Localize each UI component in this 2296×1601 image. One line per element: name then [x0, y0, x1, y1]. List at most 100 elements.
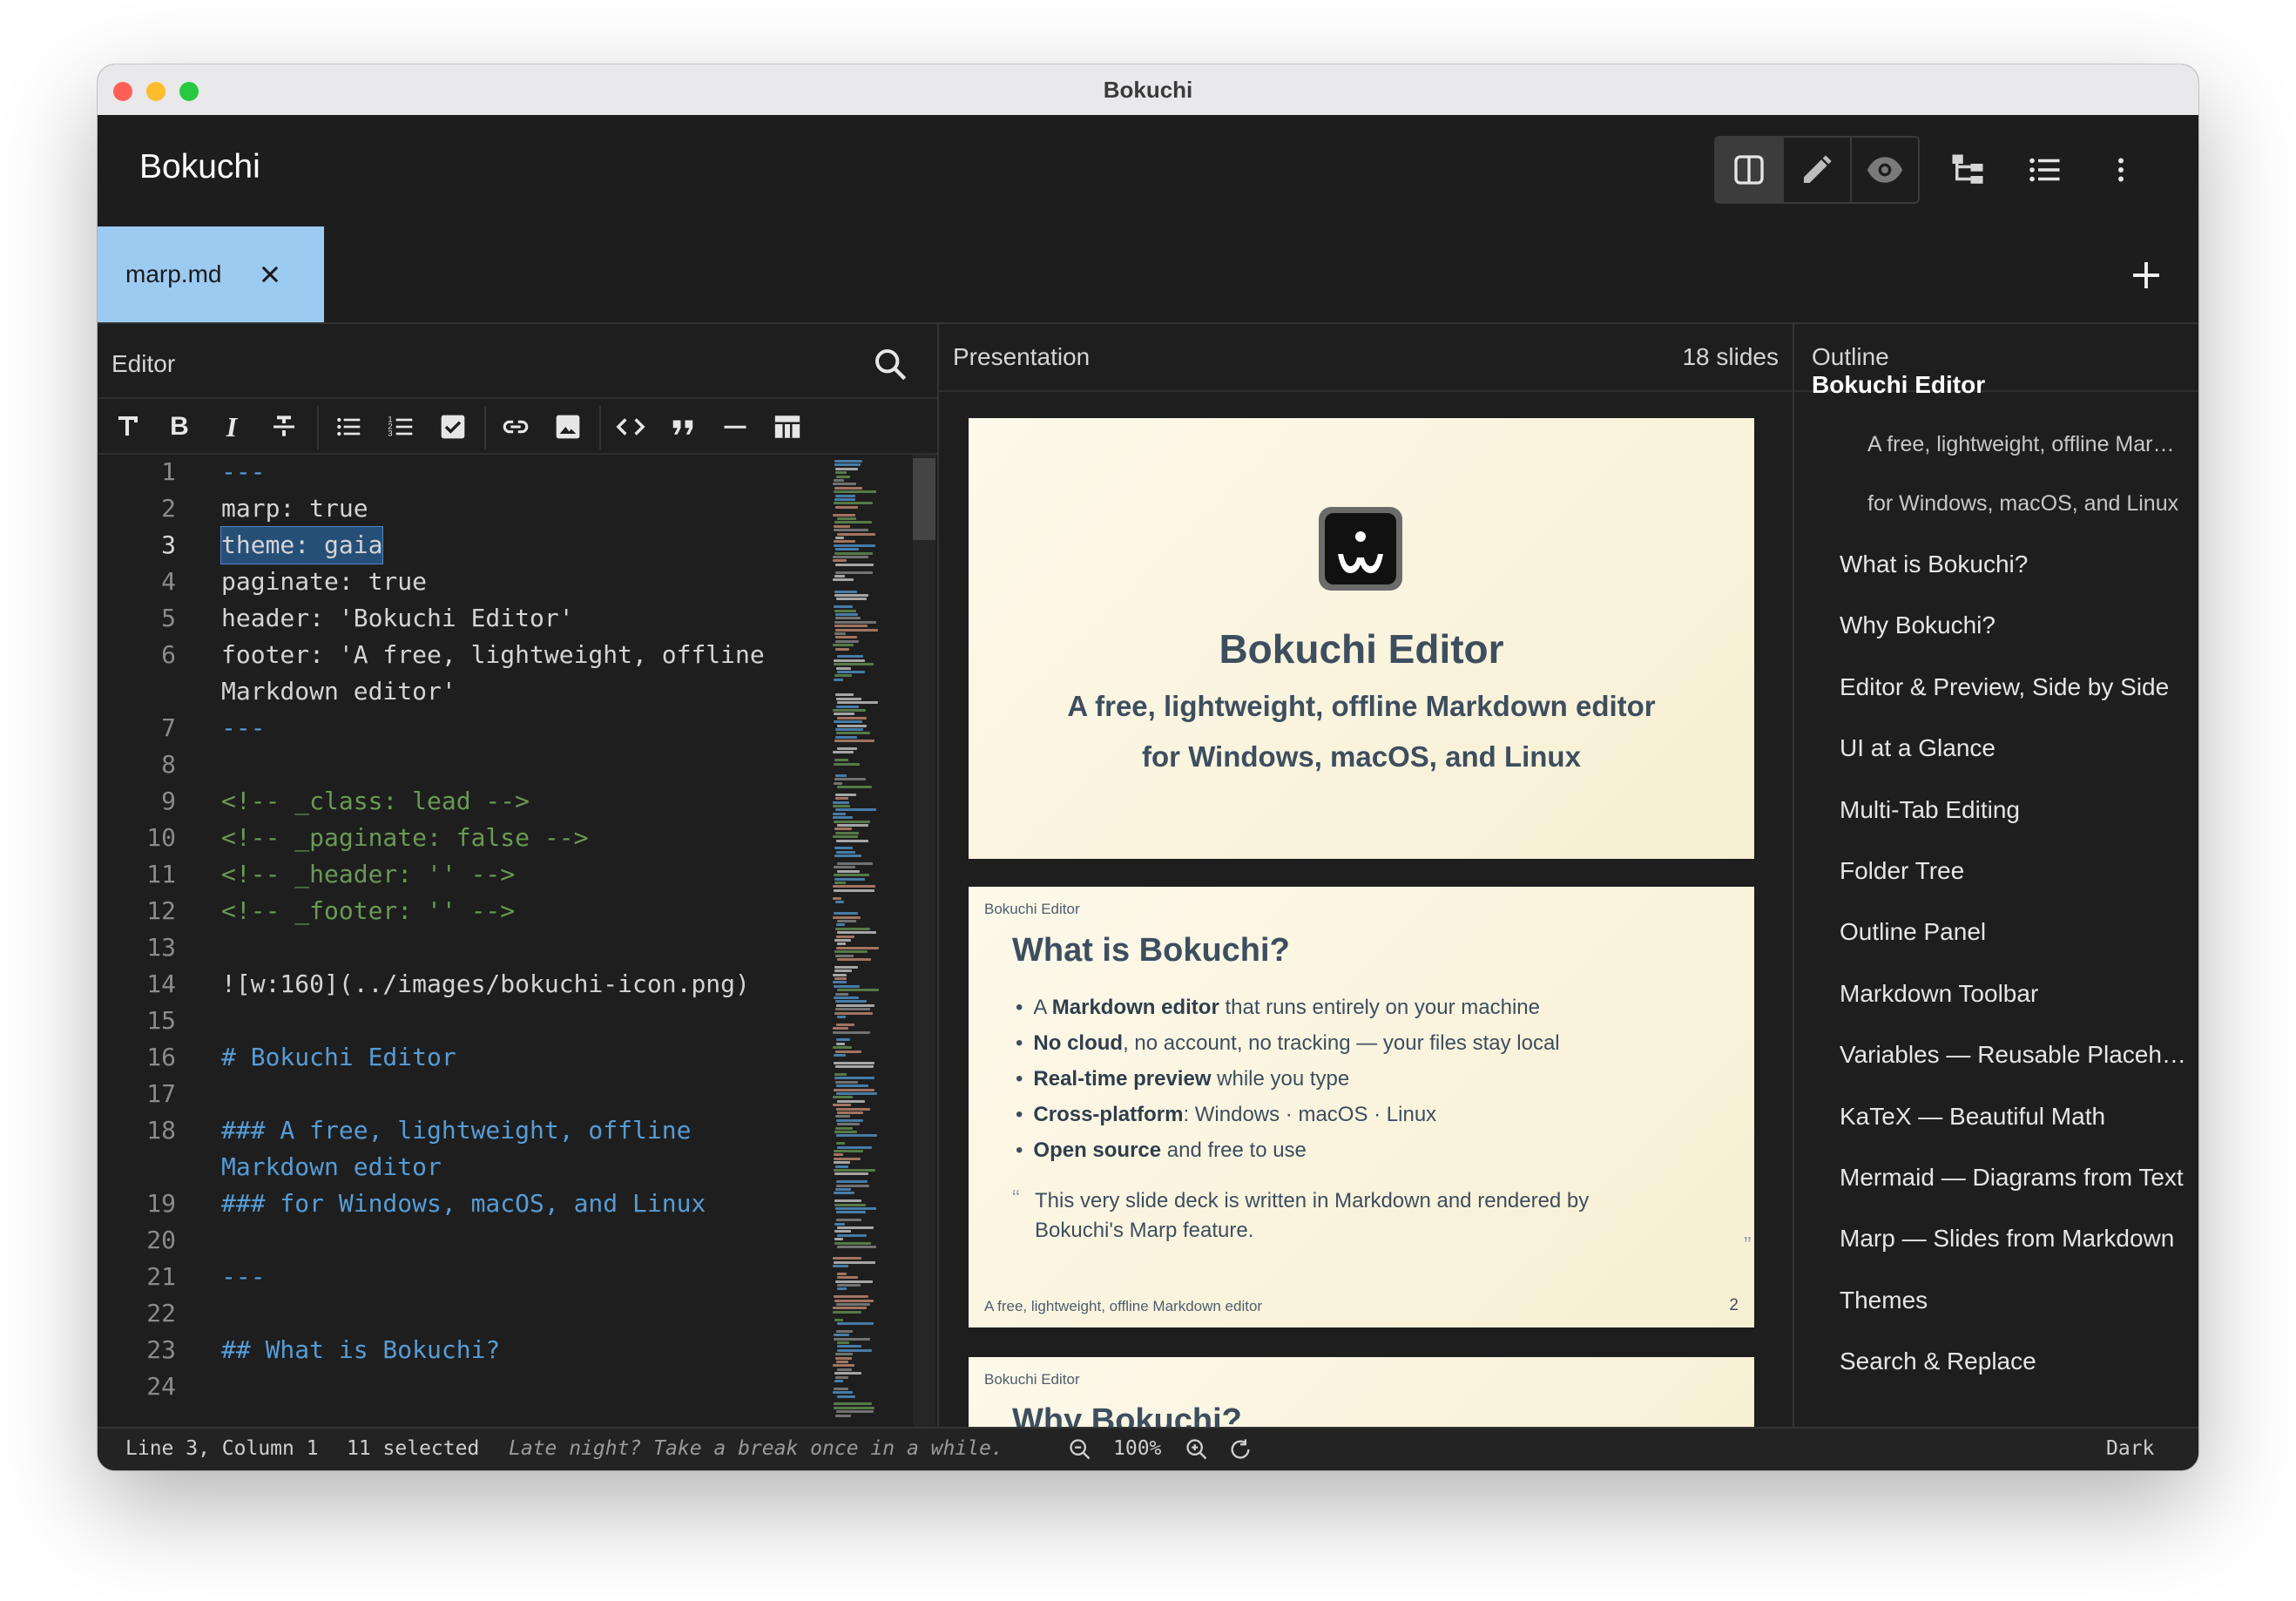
slide-1[interactable]: Bokuchi Editor A free, lightweight, offl…	[969, 418, 1754, 859]
scrollbar-thumb[interactable]	[913, 458, 935, 540]
text-style-button[interactable]	[111, 411, 143, 442]
bullet-list-button[interactable]	[333, 411, 364, 442]
tab-marp-md[interactable]: marp.md	[98, 226, 324, 322]
code-editor[interactable]: 1 --- 2 marp: true 3 theme: gaia 4 paginate: tr…	[98, 455, 899, 1427]
minimap-line	[834, 1088, 875, 1091]
minimap-line	[837, 1276, 858, 1280]
outline-item[interactable]: Folder Tree	[1840, 857, 2188, 885]
minimap-line	[836, 1092, 877, 1095]
slide-2[interactable]: Bokuchi Editor What is Bokuchi? A Markdo…	[969, 887, 1754, 1327]
horizontal-rule-button[interactable]	[719, 411, 751, 442]
minimap-line	[834, 866, 855, 869]
code-line[interactable]: Markdown editor	[98, 1149, 899, 1186]
code-line[interactable]: 4 paginate: true	[98, 564, 899, 600]
outline-item[interactable]: for Windows, macOS, and Linux	[1867, 491, 2181, 517]
minimap[interactable]	[831, 455, 909, 1427]
code-line[interactable]: 13	[98, 929, 899, 966]
code-line[interactable]: 12 <!-- _footer: '' -->	[98, 893, 899, 929]
code-line[interactable]: 3 theme: gaia	[98, 526, 899, 564]
strikethrough-button[interactable]	[268, 411, 300, 442]
close-icon[interactable]	[258, 262, 282, 287]
bullet-text: A	[1033, 996, 1052, 1019]
code-line[interactable]: 17	[98, 1076, 899, 1112]
outline-toggle-button[interactable]	[2023, 148, 2066, 192]
preview-mode-button[interactable]	[1850, 138, 1918, 202]
link-button[interactable]	[500, 411, 531, 442]
outline-item[interactable]: Editor & Preview, Side by Side	[1840, 673, 2188, 701]
minimap-line	[834, 551, 873, 555]
split-view-button[interactable]	[1716, 138, 1782, 202]
minimap-line	[837, 958, 871, 961]
table-button[interactable]	[772, 411, 803, 442]
edit-mode-button[interactable]	[1782, 138, 1850, 202]
checkbox-button[interactable]	[437, 411, 469, 442]
zoom-out-icon[interactable]	[1068, 1437, 1092, 1462]
minimap-line	[836, 839, 868, 842]
code-line[interactable]: 11 <!-- _header: '' -->	[98, 856, 899, 893]
code-line[interactable]: 18 ### A free, lightweight, offline	[98, 1112, 899, 1149]
outline-item[interactable]: KaTeX — Beautiful Math	[1840, 1103, 2188, 1131]
folder-tree-button[interactable]	[1946, 148, 1989, 192]
minimap-line	[833, 1307, 867, 1310]
quote-button[interactable]	[667, 411, 699, 442]
outline-item[interactable]: UI at a Glance	[1840, 734, 2188, 762]
outline-item[interactable]: Outline Panel	[1840, 918, 2188, 946]
search-icon[interactable]	[873, 347, 908, 382]
code-line[interactable]: 15	[98, 1003, 899, 1039]
image-button[interactable]	[552, 411, 584, 442]
code-line[interactable]: 23 ## What is Bokuchi?	[98, 1332, 899, 1368]
code-line[interactable]: 6 footer: 'A free, lightweight, offline	[98, 637, 899, 673]
reset-zoom-icon[interactable]	[1228, 1437, 1253, 1462]
theme-indicator[interactable]: Dark	[2106, 1437, 2154, 1460]
slide-page-number: 2	[1729, 1296, 1739, 1314]
outline-item[interactable]: Bokuchi Editor	[1812, 371, 1985, 399]
minimap-line	[834, 544, 875, 547]
minimap-line	[834, 1199, 861, 1203]
outline-item[interactable]: Variables — Reusable Placeholders	[1840, 1041, 2188, 1069]
code-line[interactable]: 9 <!-- _class: lead -->	[98, 783, 899, 820]
code-line[interactable]: 7 ---	[98, 710, 899, 746]
code-line[interactable]: 24	[98, 1368, 899, 1405]
italic-button[interactable]: I	[216, 411, 247, 442]
code-line[interactable]: 19 ### for Windows, macOS, and Linux	[98, 1186, 899, 1222]
outline-item[interactable]: What is Bokuchi?	[1840, 551, 2188, 578]
code-line[interactable]: 1 ---	[98, 455, 899, 490]
outline-item[interactable]: A free, lightweight, offline Markdown ed…	[1867, 432, 2181, 457]
code-line[interactable]: 2 marp: true	[98, 490, 899, 527]
minimap-line	[833, 1027, 848, 1030]
code-line[interactable]: 8	[98, 746, 899, 783]
minimap-line	[834, 1402, 872, 1406]
outline-item[interactable]: Why Bokuchi?	[1840, 611, 2188, 639]
zoom-in-icon[interactable]	[1185, 1437, 1209, 1462]
minimap-line	[834, 620, 876, 624]
code-line[interactable]: 14 ![w:160](../images/bokuchi-icon.png)	[98, 966, 899, 1003]
code-line[interactable]: 16 # Bokuchi Editor	[98, 1039, 899, 1076]
code-line[interactable]: Markdown editor'	[98, 673, 899, 710]
code-line[interactable]: 20	[98, 1222, 899, 1259]
outline-item[interactable]: Search & Replace	[1840, 1348, 2188, 1375]
minimap-line	[835, 1188, 851, 1191]
code-line[interactable]: 22	[98, 1295, 899, 1332]
italic-icon: I	[226, 410, 238, 442]
outline-item[interactable]: Multi-Tab Editing	[1840, 796, 2188, 824]
slide-3[interactable]: Bokuchi Editor Why Bokuchi?	[969, 1357, 1754, 1427]
minimap-line	[833, 915, 861, 919]
outline-item[interactable]: Mermaid — Diagrams from Text	[1840, 1164, 2188, 1192]
code-line[interactable]: 21 ---	[98, 1259, 899, 1295]
editor-scrollbar[interactable]	[913, 455, 935, 1427]
line-number: 7	[161, 713, 176, 742]
bold-button[interactable]: B	[164, 411, 195, 442]
outline-item[interactable]: Themes	[1840, 1287, 2188, 1314]
add-tab-icon[interactable]	[2131, 260, 2162, 291]
minimap-line	[833, 805, 850, 807]
numbered-list-button[interactable]: 123	[385, 411, 416, 442]
code-button[interactable]	[615, 411, 646, 442]
code-line[interactable]: 5 header: 'Bokuchi Editor'	[98, 600, 899, 637]
more-menu-button[interactable]	[2099, 148, 2143, 192]
code-line[interactable]: 10 <!-- _paginate: false -->	[98, 820, 899, 856]
outline-item[interactable]: Markdown Toolbar	[1840, 980, 2188, 1008]
minimap-line	[833, 483, 856, 486]
minimap-line	[833, 800, 849, 804]
outline-item[interactable]: Marp — Slides from Markdown	[1840, 1225, 2188, 1253]
slide-title: Bokuchi Editor	[1219, 626, 1504, 672]
